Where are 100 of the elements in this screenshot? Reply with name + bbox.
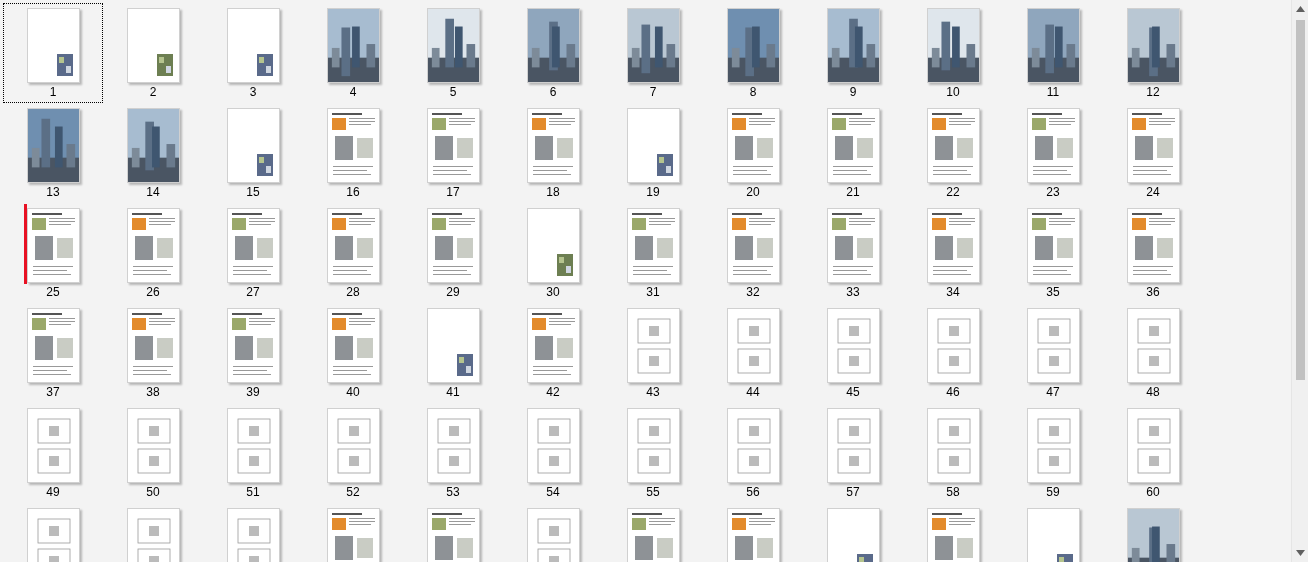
page-thumbnail[interactable]: 16 xyxy=(303,103,403,203)
scrollbar-thumb[interactable] xyxy=(1295,20,1305,380)
page-thumbnail[interactable]: 42 xyxy=(503,303,603,403)
page-thumbnail[interactable]: 27 xyxy=(203,203,303,303)
page-number: 13 xyxy=(46,185,60,200)
page-thumbnail[interactable]: 45 xyxy=(803,303,903,403)
page-thumbnail[interactable]: 15 xyxy=(203,103,303,203)
page-thumbnail[interactable]: 46 xyxy=(903,303,1003,403)
page-number: 58 xyxy=(946,485,960,500)
page-thumbnail[interactable]: 43 xyxy=(603,303,703,403)
page-thumbnail[interactable]: 41 xyxy=(403,303,503,403)
page-number: 6 xyxy=(549,85,557,100)
page-number: 12 xyxy=(1146,85,1160,100)
page-thumbnail[interactable]: 39 xyxy=(203,303,303,403)
page-number: 44 xyxy=(746,385,760,400)
page-thumbnail[interactable]: 29 xyxy=(403,203,503,303)
page-thumbnail[interactable]: 5 xyxy=(403,3,503,103)
page-thumbnail[interactable]: 9 xyxy=(803,3,903,103)
page-thumbnail[interactable]: 8 xyxy=(703,3,803,103)
page-thumbnail[interactable]: 54 xyxy=(503,403,603,503)
page-thumbnail[interactable]: 56 xyxy=(703,403,803,503)
page-thumbnail[interactable]: 23 xyxy=(1003,103,1103,203)
page-thumbnail[interactable]: 55 xyxy=(603,403,703,503)
page-thumbnail[interactable]: 38 xyxy=(103,303,203,403)
page-number: 57 xyxy=(846,485,860,500)
page-thumbnail[interactable]: 52 xyxy=(303,403,403,503)
page-number: 45 xyxy=(846,385,860,400)
page-thumbnail[interactable]: 40 xyxy=(303,303,403,403)
page-number: 15 xyxy=(246,185,260,200)
page-number: 49 xyxy=(46,485,60,500)
page-thumbnail[interactable]: 19 xyxy=(603,103,703,203)
page-image-drawing xyxy=(256,154,273,176)
page-number: 54 xyxy=(546,485,560,500)
scrollbar[interactable] xyxy=(1291,0,1308,562)
page-number: 29 xyxy=(446,285,460,300)
page-thumbnail[interactable]: 50 xyxy=(103,403,203,503)
page-thumbnail[interactable]: 17 xyxy=(403,103,503,203)
page-image-drawing xyxy=(556,254,573,276)
page-thumbnail[interactable]: 51 xyxy=(203,403,303,503)
page-thumbnail[interactable]: 2 xyxy=(103,3,203,103)
page-number: 30 xyxy=(546,285,560,300)
page-thumbnail[interactable]: 57 xyxy=(803,403,903,503)
page-thumbnail[interactable]: 48 xyxy=(1103,303,1203,403)
page-number: 2 xyxy=(149,85,157,100)
page-thumbnail[interactable]: 22 xyxy=(903,103,1003,203)
page-number: 28 xyxy=(346,285,360,300)
page-number: 8 xyxy=(749,85,757,100)
scroll-up-icon[interactable] xyxy=(1295,6,1305,12)
page-thumbnail[interactable]: 53 xyxy=(403,403,503,503)
page-thumbnail[interactable]: 33 xyxy=(803,203,903,303)
page-thumbnail[interactable]: 10 xyxy=(903,3,1003,103)
page-thumbnail[interactable]: 21 xyxy=(803,103,903,203)
page-thumbnail[interactable]: 24 xyxy=(1103,103,1203,203)
page-thumbnail[interactable]: 1 xyxy=(3,3,103,103)
page-number: 48 xyxy=(1146,385,1160,400)
page-image-drawing xyxy=(656,154,673,176)
page-thumbnail[interactable]: 6 xyxy=(503,3,603,103)
page-thumbnail[interactable]: 35 xyxy=(1003,203,1103,303)
page-number: 23 xyxy=(1046,185,1060,200)
page-thumbnail[interactable]: 12 xyxy=(1103,3,1203,103)
page-number: 16 xyxy=(346,185,360,200)
page-number: 19 xyxy=(646,185,660,200)
page-thumbnail[interactable]: 3 xyxy=(203,3,303,103)
page-thumbnail[interactable]: 25 xyxy=(3,203,103,303)
page-number: 26 xyxy=(146,285,160,300)
page-thumbnail[interactable]: 26 xyxy=(103,203,203,303)
page-thumbnail[interactable]: 13 xyxy=(3,103,103,203)
page-number: 11 xyxy=(1046,85,1060,100)
page-thumbnail[interactable]: 11 xyxy=(1003,3,1103,103)
page-thumbnail[interactable]: 47 xyxy=(1003,303,1103,403)
page-number: 40 xyxy=(346,385,360,400)
page-number: 14 xyxy=(146,185,160,200)
page-number: 43 xyxy=(646,385,660,400)
page-thumbnail[interactable]: 30 xyxy=(503,203,603,303)
page-thumbnail[interactable]: 14 xyxy=(103,103,203,203)
page-number: 42 xyxy=(546,385,560,400)
page-number: 36 xyxy=(1146,285,1160,300)
page-thumbnail[interactable]: 49 xyxy=(3,403,103,503)
page-number: 22 xyxy=(946,185,960,200)
page-thumbnail[interactable]: 34 xyxy=(903,203,1003,303)
scroll-down-icon[interactable] xyxy=(1295,550,1305,556)
page-number: 5 xyxy=(449,85,457,100)
page-thumbnail[interactable]: 4 xyxy=(303,3,403,103)
page-thumbnail[interactable]: 59 xyxy=(1003,403,1103,503)
page-thumbnail[interactable]: 60 xyxy=(1103,403,1203,503)
page-thumbnail[interactable]: 32 xyxy=(703,203,803,303)
page-number: 4 xyxy=(349,85,357,100)
building-render-drawing xyxy=(1127,509,1179,562)
page-thumbnail[interactable]: 7 xyxy=(603,3,703,103)
page-thumbnail[interactable]: 44 xyxy=(703,303,803,403)
page-number: 34 xyxy=(946,285,960,300)
page-number: 60 xyxy=(1146,485,1160,500)
page-thumbnail[interactable]: 58 xyxy=(903,403,1003,503)
page-thumbnail[interactable]: 18 xyxy=(503,103,603,203)
page-thumbnail[interactable]: 20 xyxy=(703,103,803,203)
page-thumbnail[interactable]: 31 xyxy=(603,203,703,303)
page-thumbnail[interactable]: 28 xyxy=(303,203,403,303)
page-thumbnail[interactable]: 37 xyxy=(3,303,103,403)
page-number: 53 xyxy=(446,485,460,500)
page-thumbnail[interactable]: 36 xyxy=(1103,203,1203,303)
